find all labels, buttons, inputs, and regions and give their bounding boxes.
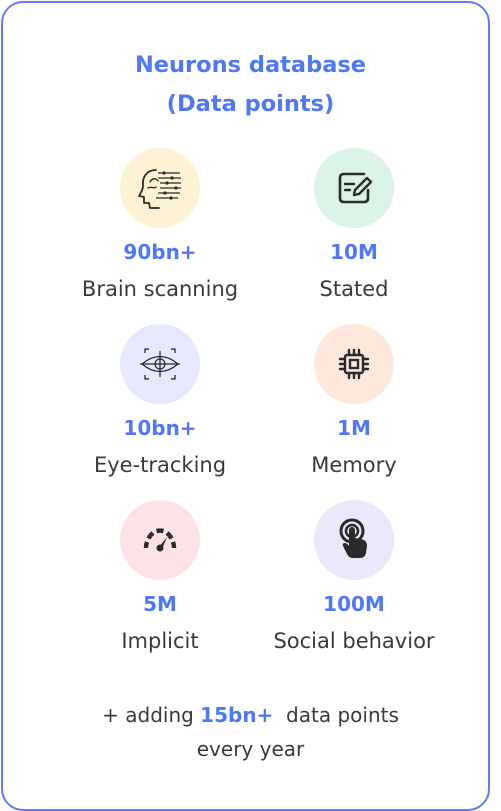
- card-title: Neurons database: [134, 52, 367, 78]
- stat-memory: 1M Memory: [234, 324, 474, 484]
- footer-suffix: data points: [273, 703, 399, 727]
- stat-value: 100M: [323, 592, 385, 616]
- stat-stated: 10M Stated: [234, 148, 474, 308]
- stat-label: Memory: [311, 453, 397, 477]
- footer-prefix: + adding: [102, 703, 201, 727]
- footer-highlight: 15bn+: [200, 703, 274, 727]
- stat-social-behavior: 100M Social behavior: [234, 500, 474, 660]
- tap-gesture-icon: [314, 500, 394, 580]
- chip-icon: [314, 324, 394, 404]
- speedometer-icon: [120, 500, 200, 580]
- stat-value: 1M: [337, 416, 371, 440]
- eye-target-icon: [120, 324, 200, 404]
- brain-scan-icon: [120, 148, 200, 228]
- card-subtitle: (Data points): [166, 91, 335, 117]
- edit-form-icon: [314, 148, 394, 228]
- stat-label: Stated: [319, 277, 389, 301]
- stat-value: 10M: [330, 240, 378, 264]
- footer-line2: every year: [196, 737, 305, 761]
- stat-label: Social behavior: [273, 629, 435, 653]
- footer-line1: + adding 15bn+ data points: [0, 698, 501, 732]
